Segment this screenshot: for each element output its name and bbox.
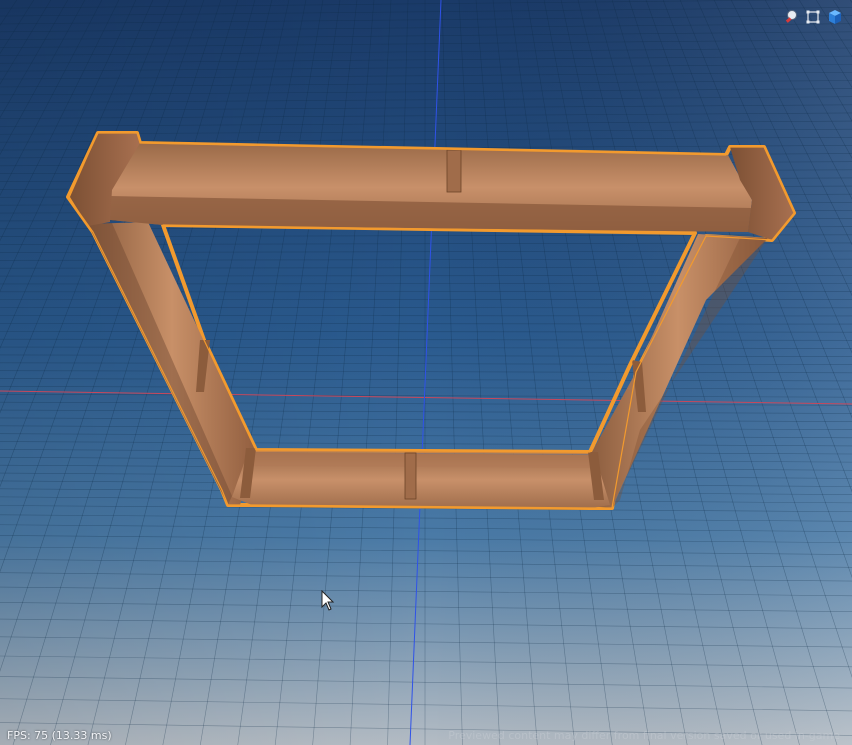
arrow-cursor-icon bbox=[321, 589, 335, 611]
frame-bottom-beam-top bbox=[250, 450, 596, 468]
mouse-cursor bbox=[321, 589, 335, 617]
light-bulb-icon bbox=[785, 10, 797, 23]
3d-preview-viewport[interactable]: FPS: 75 (13.33 ms) Previewed content may… bbox=[0, 0, 852, 745]
frame-brace-bottom-center bbox=[404, 452, 417, 500]
viewport-toolbar bbox=[782, 8, 844, 26]
frame-brace-top-center bbox=[446, 149, 462, 193]
cube-icon bbox=[829, 10, 841, 24]
preview-disclaimer: Previewed content may differ from final … bbox=[448, 729, 840, 742]
fps-counter: FPS: 75 (13.33 ms) bbox=[7, 729, 112, 742]
bounding-box-toggle-button[interactable] bbox=[804, 8, 822, 26]
lighting-toggle-button[interactable] bbox=[782, 8, 800, 26]
model-view-button[interactable] bbox=[826, 8, 844, 26]
scene-canvas[interactable] bbox=[0, 0, 852, 745]
bounding-box-icon bbox=[806, 10, 820, 24]
